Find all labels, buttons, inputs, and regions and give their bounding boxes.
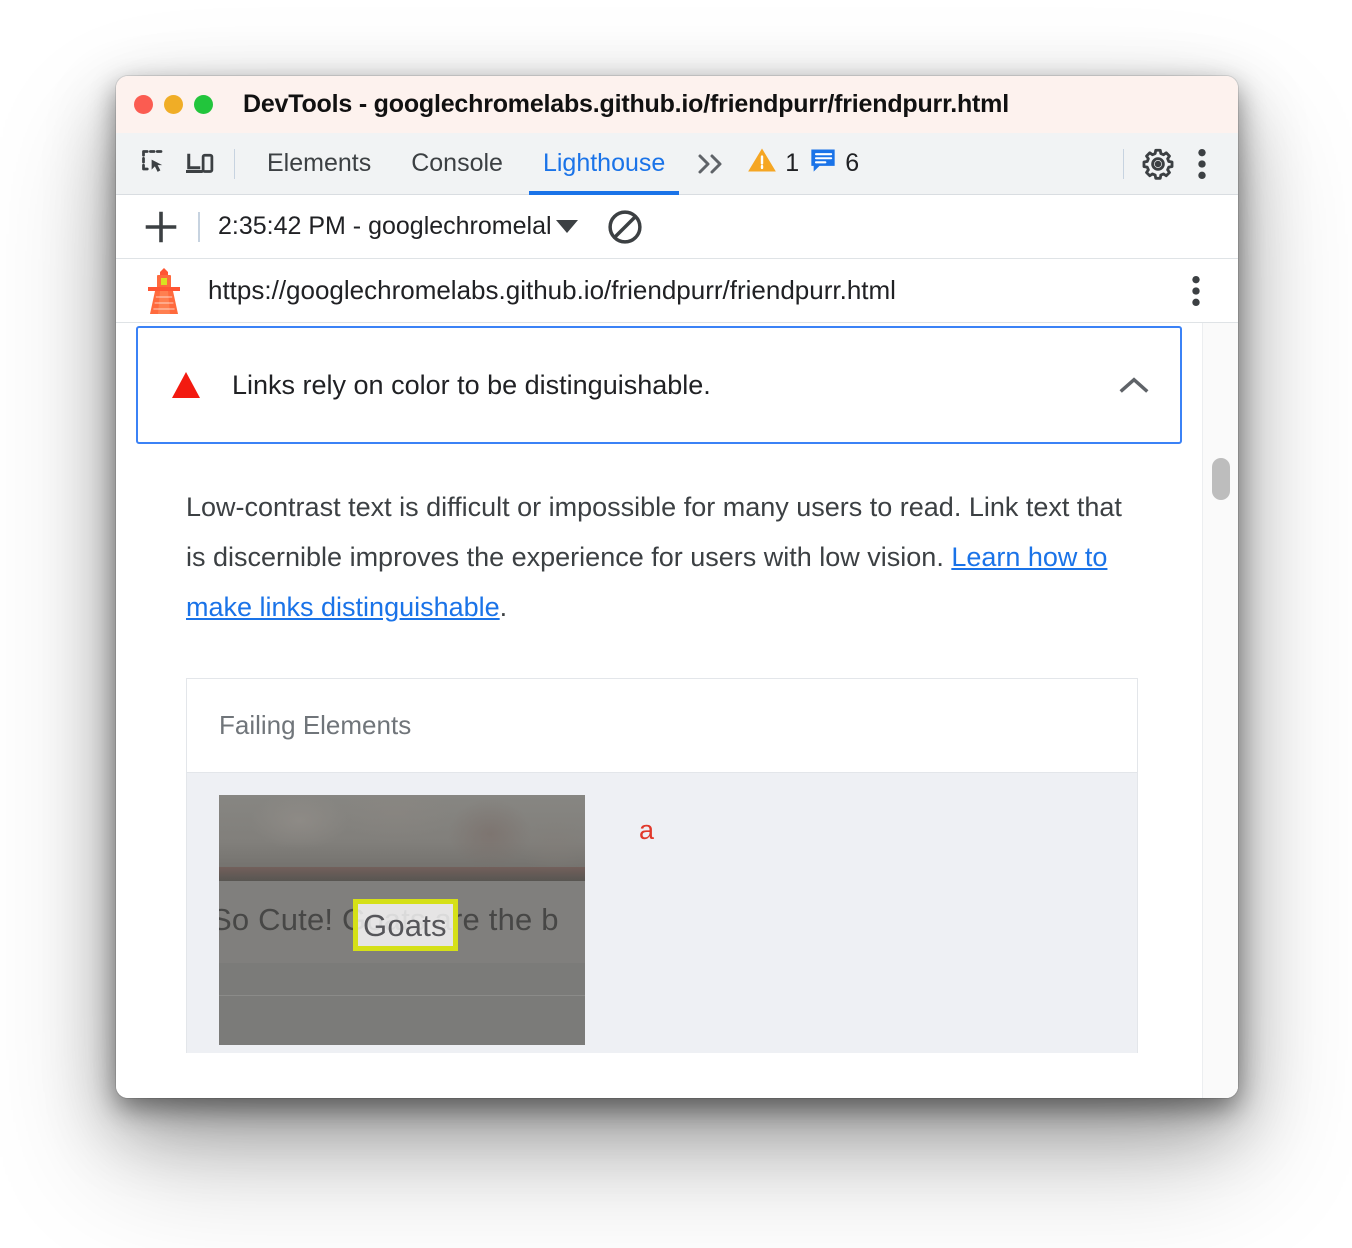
caret-down-icon: [555, 220, 578, 233]
maximize-window-button[interactable]: [194, 95, 213, 114]
element-tag-name: a: [639, 815, 655, 845]
report-urlbar: https://googlechromelabs.github.io/frien…: [116, 259, 1238, 323]
highlighted-word: Goats: [363, 908, 447, 943]
report-url: https://googlechromelabs.github.io/frien…: [208, 275, 896, 305]
lighthouse-report-body: Links rely on color to be distinguishabl…: [116, 323, 1238, 1098]
close-window-button[interactable]: [134, 95, 153, 114]
audit-description-suffix: .: [499, 592, 508, 622]
lighthouse-runbar: 2:35:42 PM - googlechromelal: [116, 195, 1238, 259]
new-report-button[interactable]: [138, 204, 184, 250]
warning-counter[interactable]: 1: [747, 146, 799, 181]
kebab-menu-icon[interactable]: [1180, 142, 1224, 186]
audit-header[interactable]: Links rely on color to be distinguishabl…: [136, 326, 1182, 444]
report-scrollbar[interactable]: [1202, 323, 1238, 1098]
report-content: Links rely on color to be distinguishabl…: [116, 323, 1202, 1098]
report-scrollbar-thumb[interactable]: [1212, 458, 1230, 500]
tabstrip-divider: [234, 148, 235, 179]
gear-icon[interactable]: [1136, 142, 1180, 186]
window-titlebar: DevTools - googlechromelabs.github.io/fr…: [116, 76, 1238, 133]
audit-description: Low-contrast text is difficult or imposs…: [186, 482, 1141, 632]
tab-elements[interactable]: Elements: [247, 133, 391, 195]
report-menu-icon[interactable]: [1174, 269, 1218, 313]
message-count: 6: [845, 149, 860, 177]
warning-triangle-icon: [747, 146, 777, 181]
tabstrip-divider-right: [1123, 148, 1124, 179]
traffic-lights: [134, 95, 213, 114]
report-select[interactable]: 2:35:42 PM - googlechromelal: [218, 212, 578, 241]
tab-console[interactable]: Console: [391, 133, 523, 195]
message-icon: [809, 147, 837, 180]
thumbnail-photo: [219, 795, 585, 881]
screenshot-stage: DevTools - googlechromelabs.github.io/fr…: [0, 0, 1352, 1248]
message-counter[interactable]: 6: [809, 147, 859, 180]
inspect-element-icon[interactable]: [134, 142, 178, 186]
devtools-window: DevTools - googlechromelabs.github.io/fr…: [116, 76, 1238, 1098]
window-title: DevTools - googlechromelabs.github.io/fr…: [243, 90, 1009, 118]
fail-triangle-icon: [172, 372, 200, 398]
devtools-tabstrip: Elements Console Lighthouse 1 6: [116, 133, 1238, 195]
runbar-divider: [198, 211, 200, 242]
warning-count: 1: [785, 149, 800, 177]
minimize-window-button[interactable]: [164, 95, 183, 114]
device-toolbar-icon[interactable]: [178, 142, 222, 186]
more-tabs-icon[interactable]: [685, 142, 737, 186]
clear-all-icon[interactable]: [600, 202, 650, 252]
chevron-up-icon[interactable]: [1114, 365, 1154, 405]
thumbnail-divider: [219, 995, 585, 996]
lighthouse-icon: [142, 266, 186, 316]
failing-elements-table: Failing Elements So Cute! Goats are the …: [186, 678, 1138, 1053]
element-highlight-box: Goats: [353, 899, 458, 951]
audit-title: Links rely on color to be distinguishabl…: [232, 369, 711, 400]
table-row[interactable]: So Cute! Goats are the b Goats a: [187, 773, 1137, 1053]
element-screenshot-thumbnail[interactable]: So Cute! Goats are the b Goats: [219, 795, 585, 1045]
report-select-value: 2:35:42 PM - googlechromelal: [218, 212, 552, 240]
table-header-failing-elements: Failing Elements: [187, 679, 1137, 773]
tab-lighthouse[interactable]: Lighthouse: [523, 133, 685, 195]
